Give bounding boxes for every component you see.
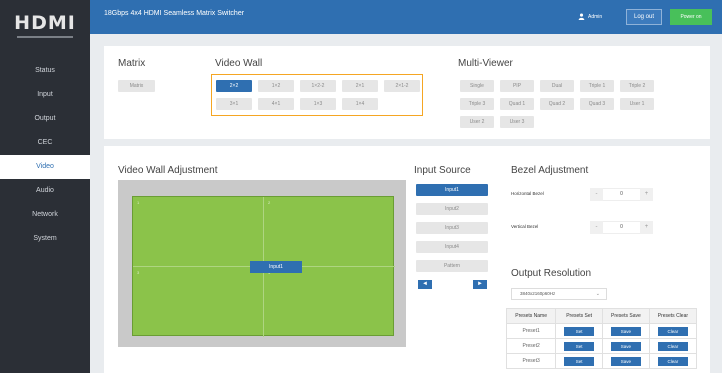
sidebar-item-system[interactable]: System xyxy=(0,227,90,251)
horizontal-bezel-plus[interactable]: + xyxy=(640,188,653,201)
mv-single[interactable]: Single xyxy=(460,80,494,92)
presets-header-save: Presets Save xyxy=(602,308,650,324)
input-source-input3[interactable]: Input3 xyxy=(416,222,488,234)
preset-set-button[interactable]: Set xyxy=(564,341,595,351)
vertical-bezel-minus[interactable]: - xyxy=(590,221,603,234)
prev-arrow-button[interactable]: ◄ xyxy=(418,280,432,289)
video-wall-title: Video Wall xyxy=(215,58,263,69)
sidebar-item-audio[interactable]: Audio xyxy=(0,179,90,203)
mv-user-1[interactable]: User 1 xyxy=(620,98,654,110)
input-source-title: Input Source xyxy=(414,165,471,176)
sidebar-item-network[interactable]: Network xyxy=(0,203,90,227)
wall-cell-label-2: 2 xyxy=(268,200,271,205)
vertical-bezel-plus[interactable]: + xyxy=(640,221,653,234)
vertical-bezel-stepper[interactable]: - 0 + xyxy=(590,221,653,234)
horizontal-bezel-minus[interactable]: - xyxy=(590,188,603,201)
mv-pip[interactable]: PIP xyxy=(500,80,534,92)
preset-name: Preset1 xyxy=(505,323,557,339)
wall-mode-1x3[interactable]: 1×3 xyxy=(300,98,336,110)
wall-mode-2x1-2[interactable]: 2×1-2 xyxy=(384,80,420,92)
bezel-title: Bezel Adjustment xyxy=(511,165,589,176)
preset-set-button[interactable]: Set xyxy=(564,356,595,366)
presets-header-set: Presets Set xyxy=(555,308,604,324)
sidebar-nav: Status Input Output CEC Video Audio Netw… xyxy=(0,59,90,251)
table-row: Preset1 Set Save Clear xyxy=(505,323,698,339)
preset-save-button[interactable]: Save xyxy=(610,356,641,366)
mv-quad-2[interactable]: Quad 2 xyxy=(540,98,574,110)
table-row: Preset2 Set Save Clear xyxy=(505,338,698,354)
wall-mode-3x1[interactable]: 3×1 xyxy=(216,98,252,110)
wall-mode-1x2-2[interactable]: 1×2-2 xyxy=(300,80,336,92)
wall-cell-label-3: 3 xyxy=(137,270,140,275)
matrix-button[interactable]: Matrix xyxy=(118,80,155,92)
multi-viewer-title: Multi-Viewer xyxy=(458,58,513,69)
table-row: Preset3 Set Save Clear xyxy=(505,353,698,369)
wall-mode-1x2[interactable]: 1×2 xyxy=(258,80,294,92)
preset-save-button[interactable]: Save xyxy=(610,341,641,351)
wall-mode-4x1[interactable]: 4×1 xyxy=(258,98,294,110)
vertical-bezel-label: Vertical Bezel xyxy=(511,224,539,229)
user-icon xyxy=(578,13,585,20)
sidebar-item-status[interactable]: Status xyxy=(0,59,90,83)
top-bar: 18Gbps 4x4 HDMI Seamless Matrix Switcher… xyxy=(90,0,722,34)
wall-mode-1x4[interactable]: 1×4 xyxy=(342,98,378,110)
sidebar-item-cec[interactable]: CEC xyxy=(0,131,90,155)
preset-clear-button[interactable]: Clear xyxy=(657,356,688,366)
horizontal-bezel-value[interactable]: 0 xyxy=(603,188,640,201)
horizontal-bezel-label: Horizontal Bezel xyxy=(511,191,544,196)
power-on-button[interactable]: Power on xyxy=(670,9,712,25)
hdmi-logo: HDMI xyxy=(0,0,90,50)
adjustment-panel: Video Wall Adjustment 1 2 3 4 Input1 Inp… xyxy=(104,146,710,373)
sidebar-item-output[interactable]: Output xyxy=(0,107,90,131)
mode-panel: Matrix Matrix Video Wall 2×2 1×2 1×2-2 2… xyxy=(104,46,710,139)
chevron-down-icon: ⌄ xyxy=(595,291,600,297)
mv-dual[interactable]: Dual xyxy=(540,80,574,92)
app-title: 18Gbps 4x4 HDMI Seamless Matrix Switcher xyxy=(104,10,245,17)
mv-user-3[interactable]: User 3 xyxy=(500,116,534,128)
preset-name: Preset2 xyxy=(505,338,557,354)
output-resolution-title: Output Resolution xyxy=(511,268,592,279)
logout-button[interactable]: Log out xyxy=(626,9,662,25)
preset-save-button[interactable]: Save xyxy=(610,326,641,336)
output-resolution-value: 3840x2160p60Hz xyxy=(520,291,556,296)
input-source-input1[interactable]: Input1 xyxy=(416,184,488,196)
wall-input-button[interactable]: Input1 xyxy=(250,261,302,273)
presets-header-name: Presets Name xyxy=(505,308,557,324)
input-source-input2[interactable]: Input2 xyxy=(416,203,488,215)
preset-clear-button[interactable]: Clear xyxy=(657,341,688,351)
mv-triple-2[interactable]: Triple 2 xyxy=(620,80,654,92)
preset-clear-button[interactable]: Clear xyxy=(657,326,688,336)
user-name: Admin xyxy=(588,13,603,20)
user-indicator: Admin xyxy=(578,13,602,20)
mv-quad-3[interactable]: Quad 3 xyxy=(580,98,614,110)
mv-triple-1[interactable]: Triple 1 xyxy=(580,80,614,92)
wall-mode-2x2[interactable]: 2×2 xyxy=(216,80,252,92)
logo-underline xyxy=(17,36,73,38)
vertical-bezel-value[interactable]: 0 xyxy=(603,221,640,234)
horizontal-bezel-stepper[interactable]: - 0 + xyxy=(590,188,653,201)
presets-header-clear: Presets Clear xyxy=(648,308,698,324)
mv-quad-1[interactable]: Quad 1 xyxy=(500,98,534,110)
preset-name: Preset3 xyxy=(505,353,557,369)
matrix-title: Matrix xyxy=(118,58,146,69)
wall-mode-2x1[interactable]: 2×1 xyxy=(342,80,378,92)
video-wall-preview[interactable]: 1 2 3 4 Input1 xyxy=(132,196,395,337)
sidebar: HDMI Status Input Output CEC Video Audio… xyxy=(0,0,90,373)
adjustment-title: Video Wall Adjustment xyxy=(118,165,218,176)
mv-triple-3[interactable]: Triple 3 xyxy=(460,98,494,110)
preset-set-button[interactable]: Set xyxy=(564,326,595,336)
sidebar-item-video[interactable]: Video xyxy=(0,155,90,179)
logo-text: HDMI xyxy=(14,12,76,34)
mv-user-2[interactable]: User 2 xyxy=(460,116,494,128)
wall-cell-label-1: 1 xyxy=(137,200,140,205)
input-source-pattern[interactable]: Pattern xyxy=(416,260,488,272)
sidebar-item-input[interactable]: Input xyxy=(0,83,90,107)
input-source-input4[interactable]: Input4 xyxy=(416,241,488,253)
next-arrow-button[interactable]: ► xyxy=(473,280,487,289)
output-resolution-select[interactable]: 3840x2160p60Hz ⌄ xyxy=(511,288,607,300)
presets-table: Presets Name Presets Set Presets Save Pr… xyxy=(505,308,698,369)
